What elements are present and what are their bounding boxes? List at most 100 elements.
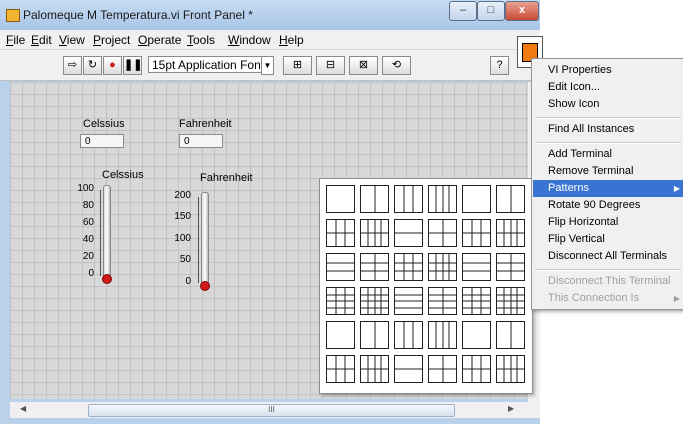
connector-pattern-icon[interactable] xyxy=(326,185,355,213)
menu-item-rotate-90[interactable]: Rotate 90 Degrees xyxy=(533,197,683,214)
toolbar: ⇨ ↻ ● ❚❚ 15pt Application Font ▼ ⊞ ⊟ ⊠ ⟲… xyxy=(0,50,540,81)
maximize-button[interactable]: □ xyxy=(477,1,505,21)
celsius-numeric-control[interactable]: 0 xyxy=(80,134,124,148)
connector-pattern-icon[interactable] xyxy=(496,355,525,383)
connector-pattern-icon[interactable] xyxy=(428,219,457,247)
resize-objects-icon[interactable]: ⊠ xyxy=(349,56,378,75)
menu-separator xyxy=(535,117,681,119)
menu-item-patterns-label: Patterns xyxy=(548,182,589,194)
connector-pattern-icon[interactable] xyxy=(462,287,491,315)
run-arrow-icon[interactable]: ⇨ xyxy=(63,56,82,75)
tick-label: 100 xyxy=(174,233,191,244)
reorder-icon[interactable]: ⟲ xyxy=(382,56,411,75)
connector-pattern-icon[interactable] xyxy=(360,287,389,315)
fahrenheit-thermometer-tube[interactable] xyxy=(201,192,209,284)
distribute-objects-icon[interactable]: ⊟ xyxy=(316,56,345,75)
tick-label: 80 xyxy=(82,200,94,211)
connector-pattern-icon[interactable] xyxy=(462,219,491,247)
fahrenheit-numeric-control[interactable]: 0 xyxy=(179,134,223,148)
abort-icon[interactable]: ● xyxy=(103,56,122,75)
connector-pattern-icon[interactable] xyxy=(394,253,423,281)
menu-operate[interactable]: Operate xyxy=(138,33,181,47)
menu-item-vi-properties[interactable]: VI Properties xyxy=(533,62,683,79)
connector-pattern-icon[interactable] xyxy=(326,355,355,383)
menu-item-flip-horizontal[interactable]: Flip Horizontal xyxy=(533,214,683,231)
minimize-button[interactable]: – xyxy=(449,1,477,21)
tick-label: 0 xyxy=(88,268,94,279)
close-button[interactable]: x xyxy=(505,1,539,21)
connector-pattern-icon[interactable] xyxy=(360,185,389,213)
menu-item-find-all-instances[interactable]: Find All Instances xyxy=(533,121,683,138)
menu-item-remove-terminal[interactable]: Remove Terminal xyxy=(533,163,683,180)
menu-item-edit-icon[interactable]: Edit Icon... xyxy=(533,79,683,96)
context-help-button[interactable]: ? xyxy=(490,56,509,75)
tick-label: 0 xyxy=(185,276,191,287)
run-continuously-icon[interactable]: ↻ xyxy=(83,56,102,75)
connector-pattern-icon[interactable] xyxy=(326,253,355,281)
connector-pattern-icon[interactable] xyxy=(360,219,389,247)
connector-pattern-icon[interactable] xyxy=(326,321,355,349)
menu-item-disconnect-all[interactable]: Disconnect All Terminals xyxy=(533,248,683,265)
align-objects-icon[interactable]: ⊞ xyxy=(283,56,312,75)
horizontal-scrollbar[interactable]: ◀ III ▶ xyxy=(10,402,528,418)
celsius-thermometer-tube[interactable] xyxy=(103,185,111,277)
connector-pattern-icon[interactable] xyxy=(428,321,457,349)
menu-bar: File Edit View Project Operate Tools Win… xyxy=(0,30,540,50)
menu-item-show-icon[interactable]: Show Icon xyxy=(533,96,683,113)
menu-view[interactable]: View xyxy=(59,33,85,47)
menu-help[interactable]: Help xyxy=(279,33,304,47)
tick-label: 200 xyxy=(174,190,191,201)
connector-pattern-icon[interactable] xyxy=(326,219,355,247)
menu-file[interactable]: File xyxy=(6,33,25,47)
connector-pattern-icon[interactable] xyxy=(360,355,389,383)
scroll-left-icon[interactable]: ◀ xyxy=(20,404,26,413)
connector-pattern-icon[interactable] xyxy=(394,321,423,349)
submenu-arrow-icon: ▶ xyxy=(673,184,680,193)
connector-pattern-icon[interactable] xyxy=(326,287,355,315)
tick-label: 20 xyxy=(82,251,94,262)
scroll-right-icon[interactable]: ▶ xyxy=(508,404,514,413)
connector-context-menu: VI Properties Edit Icon... Show Icon Fin… xyxy=(531,58,683,310)
connector-pattern-icon[interactable] xyxy=(462,355,491,383)
menu-tools[interactable]: Tools xyxy=(187,33,215,47)
chevron-down-icon[interactable]: ▼ xyxy=(261,56,274,75)
celsius-scale xyxy=(95,190,101,276)
labview-app-icon xyxy=(6,9,20,22)
menu-item-patterns[interactable]: Patterns ▶ xyxy=(533,180,683,197)
menu-project[interactable]: Project xyxy=(93,33,130,47)
connector-pattern-icon[interactable] xyxy=(496,253,525,281)
connector-pattern-icon[interactable] xyxy=(462,253,491,281)
connector-pattern-icon[interactable] xyxy=(428,253,457,281)
connector-pattern-icon[interactable] xyxy=(428,287,457,315)
connector-pattern-icon[interactable] xyxy=(360,253,389,281)
connector-pattern-icon[interactable] xyxy=(496,321,525,349)
menu-item-flip-vertical[interactable]: Flip Vertical xyxy=(533,231,683,248)
connector-pattern-icon[interactable] xyxy=(496,185,525,213)
tick-label: 60 xyxy=(82,217,94,228)
connector-pattern-icon[interactable] xyxy=(496,287,525,315)
tick-label: 50 xyxy=(179,254,191,265)
menu-separator xyxy=(535,142,681,144)
connector-pattern-icon[interactable] xyxy=(462,185,491,213)
menu-item-this-connection-is: This Connection Is ▶ xyxy=(533,290,683,307)
connector-pattern-icon[interactable] xyxy=(394,219,423,247)
pause-icon[interactable]: ❚❚ xyxy=(123,56,142,75)
connector-pattern-icon[interactable] xyxy=(360,321,389,349)
menu-edit[interactable]: Edit xyxy=(31,33,52,47)
fahrenheit-thermometer-label: Fahrenheit xyxy=(200,172,253,184)
connector-pattern-icon[interactable] xyxy=(394,355,423,383)
fahrenheit-control-label: Fahrenheit xyxy=(179,118,232,130)
horizontal-scroll-thumb[interactable]: III xyxy=(88,404,455,417)
font-dropdown[interactable]: 15pt Application Font xyxy=(148,56,272,73)
menu-item-add-terminal[interactable]: Add Terminal xyxy=(533,146,683,163)
connector-pattern-icon[interactable] xyxy=(428,185,457,213)
connector-pattern-icon[interactable] xyxy=(462,321,491,349)
title-bar[interactable]: Palomeque M Temperatura.vi Front Panel *… xyxy=(0,0,540,30)
connector-pattern-icon[interactable] xyxy=(394,287,423,315)
menu-window[interactable]: Window xyxy=(228,33,271,47)
connector-pattern-icon[interactable] xyxy=(428,355,457,383)
connector-pattern-icon[interactable] xyxy=(496,219,525,247)
fahrenheit-scale xyxy=(193,197,199,283)
celsius-control-label: Celssius xyxy=(83,118,125,130)
connector-pattern-icon[interactable] xyxy=(394,185,423,213)
